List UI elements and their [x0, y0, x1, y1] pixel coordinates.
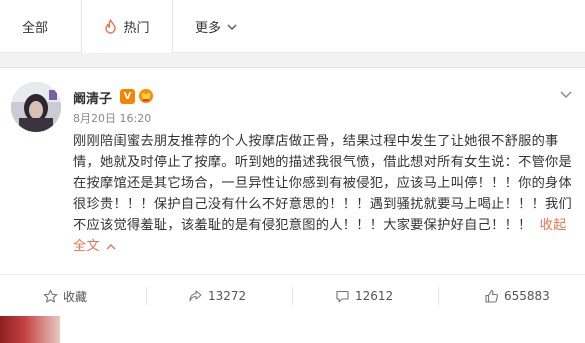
- tab-all-label: 全部: [22, 20, 49, 36]
- post-text-container: 刚刚陪闺蜜去朋友推荐的个人按摩店做正骨，结果过程中发生了让她很不舒服的事情，她就…: [73, 131, 573, 257]
- tab-more[interactable]: 更多: [195, 0, 237, 52]
- next-post-peek: [0, 316, 585, 343]
- favorite-button[interactable]: 收藏: [43, 275, 87, 317]
- vip-badge-icon: [138, 88, 154, 104]
- verified-badge: V: [120, 89, 135, 104]
- caret-down-icon[interactable]: [560, 88, 572, 102]
- tab-bar: 全部 热门 更多: [0, 0, 585, 53]
- post-text: 刚刚陪闺蜜去朋友推荐的个人按摩店做正骨，结果过程中发生了让她很不舒服的事情，她就…: [73, 134, 573, 233]
- divider: [146, 287, 147, 305]
- comment-count: 12612: [355, 289, 394, 303]
- chevron-up-icon[interactable]: [106, 240, 116, 253]
- post-card: 阚清子 V 8月20日 16:20 刚刚陪闺蜜去朋友推荐的个人按摩店做正骨，结果…: [0, 67, 585, 275]
- like-button[interactable]: 655883: [484, 275, 550, 317]
- forward-button[interactable]: 13272: [188, 275, 246, 317]
- divider: [292, 287, 293, 305]
- comment-icon: [336, 290, 349, 302]
- divider: [438, 287, 439, 305]
- comment-button[interactable]: 12612: [335, 275, 393, 317]
- tab-hot[interactable]: 热门: [81, 0, 173, 53]
- tab-more-label: 更多: [195, 20, 222, 36]
- username[interactable]: 阚清子: [73, 88, 112, 107]
- chevron-down-icon: [227, 20, 237, 33]
- forward-count: 13272: [208, 289, 247, 303]
- share-icon: [189, 289, 202, 302]
- thumbs-up-icon: [485, 289, 498, 303]
- tab-hot-label: 热门: [123, 21, 150, 36]
- next-post-image: [0, 316, 60, 343]
- favorite-label: 收藏: [63, 289, 88, 304]
- post-time[interactable]: 8月20日 16:20: [73, 110, 151, 126]
- like-count: 655883: [504, 289, 550, 303]
- section-gap: [0, 53, 585, 67]
- action-bar: 收藏 13272 12612 655883: [0, 274, 585, 317]
- star-icon: [43, 289, 58, 303]
- tab-all[interactable]: 全部: [22, 0, 48, 52]
- flame-icon: [104, 19, 117, 34]
- avatar[interactable]: [11, 82, 61, 132]
